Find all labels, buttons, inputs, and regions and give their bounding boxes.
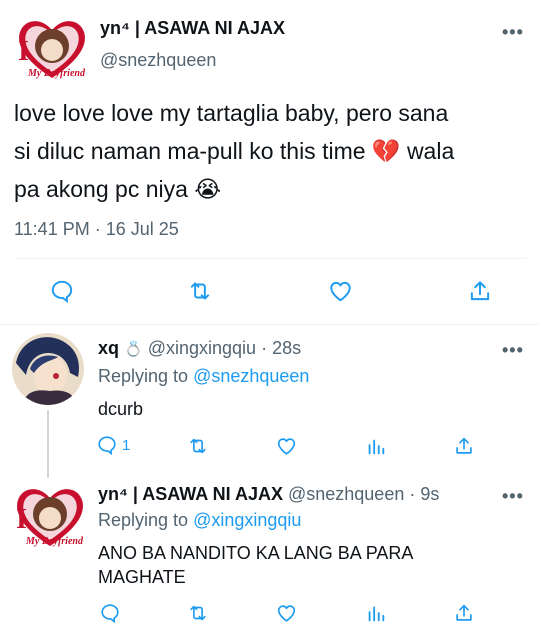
reply-count: 1 <box>122 436 131 454</box>
reply2-retweet-button[interactable] <box>184 601 212 625</box>
reply2-avatar[interactable]: I My Boyfriend <box>12 482 88 552</box>
reply-icon <box>51 280 73 303</box>
reply1-header: xq 💍 @xingxingqiu · 28s <box>98 338 301 359</box>
analytics-icon <box>368 606 385 622</box>
reply2-text: ANO BA NANDITO KA LANG BA PARA MAGHATE <box>98 541 413 589</box>
more-options-icon[interactable]: ••• <box>502 22 524 43</box>
retweet-icon <box>190 438 206 454</box>
author-handle[interactable]: @snezhqueen <box>100 50 216 71</box>
retweet-icon <box>190 605 206 621</box>
reply1-time[interactable]: · 28s <box>261 338 301 358</box>
share-button[interactable] <box>464 275 496 307</box>
svg-text:I: I <box>16 504 27 535</box>
reply1-text: dcurb <box>98 399 144 419</box>
svg-text:My Boyfriend: My Boyfriend <box>25 536 84 547</box>
reply2-author-name[interactable]: yn⁴ | ASAWA NI AJAX <box>98 484 283 504</box>
share-icon <box>456 604 472 621</box>
reply1-retweet-button[interactable] <box>184 434 212 458</box>
divider <box>14 258 526 259</box>
replying-to-label: Replying to <box>98 366 189 386</box>
thread-line <box>47 410 49 478</box>
share-icon <box>456 437 472 454</box>
reply1-avatar[interactable] <box>12 333 84 405</box>
replying-to-label: Replying to <box>98 510 189 530</box>
reply1-more-options-icon[interactable]: ••• <box>502 340 524 361</box>
heart-icon <box>277 438 295 455</box>
reply1-analytics-button[interactable] <box>362 434 390 458</box>
tweet-text: love love love my tartaglia baby, pero s… <box>14 94 454 208</box>
reply1-like-button[interactable] <box>272 434 300 458</box>
reply1-author-handle[interactable]: @xingxingqiu <box>148 338 256 358</box>
tweet-text-line-3: pa akong pc niya 😭 <box>14 176 222 202</box>
reply2-analytics-button[interactable] <box>362 601 390 625</box>
reply2-text-line-2: MAGHATE <box>98 567 186 587</box>
reply1-reply-button[interactable]: 1 <box>96 434 130 456</box>
main-tweet-avatar[interactable]: I My Boyfriend <box>14 14 90 84</box>
reply2-text-line-1: ANO BA NANDITO KA LANG BA PARA <box>98 543 414 563</box>
reply2-author-handle[interactable]: @snezhqueen <box>288 484 404 504</box>
reply-icon <box>98 436 116 456</box>
heart-icon <box>329 281 351 302</box>
reply2-more-options-icon[interactable]: ••• <box>502 486 524 507</box>
svg-text:My Boyfriend: My Boyfriend <box>27 68 86 79</box>
svg-text:I: I <box>18 36 29 67</box>
replying-to-handle[interactable]: @xingxingqiu <box>193 510 301 530</box>
reply2-reply-button[interactable] <box>96 601 124 625</box>
reply2-like-button[interactable] <box>272 601 300 625</box>
reply1-share-button[interactable] <box>450 434 478 458</box>
reply1-replying-to: Replying to @snezhqueen <box>98 366 309 387</box>
reply2-time[interactable]: · 9s <box>409 484 439 504</box>
analytics-icon <box>368 439 385 455</box>
reply2-replying-to: Replying to @xingxingqiu <box>98 510 301 531</box>
divider <box>0 324 540 325</box>
ring-emoji: 💍 <box>124 341 143 358</box>
tweet-text-line-1: love love love my tartaglia baby, pero s… <box>14 100 449 126</box>
reply-icon <box>101 604 119 624</box>
like-button[interactable] <box>324 275 356 307</box>
reply-button[interactable] <box>46 275 78 307</box>
reply2-share-button[interactable] <box>450 601 478 625</box>
heart-icon <box>277 605 295 622</box>
tweet-text-line-2: si diluc naman ma-pull ko this time 💔 wa… <box>14 138 455 164</box>
replying-to-handle[interactable]: @snezhqueen <box>193 366 309 386</box>
tweet-timestamp[interactable]: 11:41 PM · 16 Jul 25 <box>14 219 179 240</box>
retweet-button[interactable] <box>184 275 216 307</box>
author-name[interactable]: yn⁴ | ASAWA NI AJAX <box>100 18 285 39</box>
retweet-icon <box>190 282 210 300</box>
reply1-author-name[interactable]: xq <box>98 338 119 358</box>
share-icon <box>470 281 490 301</box>
reply2-header: yn⁴ | ASAWA NI AJAX @snezhqueen · 9s <box>98 484 439 505</box>
